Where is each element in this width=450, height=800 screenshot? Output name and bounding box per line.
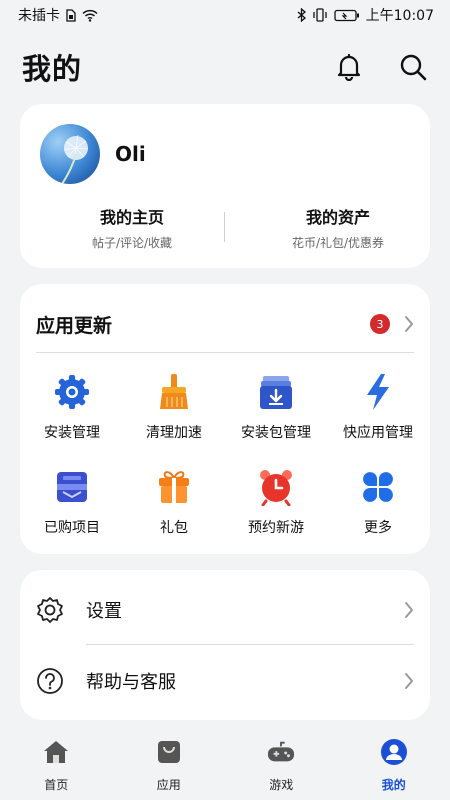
purchased-items-item[interactable]: 已购项目 bbox=[22, 467, 122, 537]
package-management-item[interactable]: 安装包管理 bbox=[226, 372, 326, 442]
chevron-right-icon bbox=[405, 673, 413, 689]
purchased-items-label: 已购项目 bbox=[44, 520, 100, 536]
settings-label: 设置 bbox=[86, 601, 122, 622]
username[interactable]: Oli bbox=[115, 142, 146, 166]
app-updates-title: 应用更新 bbox=[36, 314, 113, 337]
nav-home[interactable]: 首页 bbox=[0, 730, 113, 800]
nav-profile[interactable]: 我的 bbox=[338, 730, 450, 800]
my-homepage-subtitle: 帖子/评论/收藏 bbox=[91, 236, 173, 250]
my-assets-title: 我的资产 bbox=[305, 208, 370, 227]
page-title: 我的 bbox=[22, 52, 83, 86]
clean-speedup-item[interactable]: 清理加速 bbox=[124, 372, 224, 442]
package-management-label: 安装包管理 bbox=[241, 425, 311, 441]
help-icon bbox=[37, 668, 63, 694]
profile-card: Oli 我的主页 帖子/评论/收藏 我的资产 花币/礼包/优惠券 bbox=[20, 104, 430, 268]
vibrate-icon bbox=[312, 8, 327, 22]
status-bar: 未插卡 上午10:07 bbox=[0, 0, 450, 30]
alarm-clock-icon bbox=[260, 470, 292, 506]
gift-pack-item[interactable]: 礼包 bbox=[124, 467, 224, 537]
home-icon bbox=[44, 741, 69, 763]
notification-button[interactable] bbox=[334, 52, 364, 82]
column-divider bbox=[224, 212, 225, 242]
battery-icon bbox=[333, 9, 359, 21]
install-management-label: 安装管理 bbox=[44, 425, 100, 441]
nav-apps-label: 应用 bbox=[156, 778, 181, 792]
chevron-right-icon bbox=[405, 316, 413, 332]
my-homepage-title: 我的主页 bbox=[99, 208, 164, 227]
app-bag-icon bbox=[157, 741, 180, 763]
update-count-badge: 3 bbox=[370, 314, 390, 334]
gear-icon bbox=[55, 375, 89, 409]
more-label: 更多 bbox=[364, 520, 392, 536]
nav-games[interactable]: 游戏 bbox=[225, 730, 338, 800]
settings-gear-icon bbox=[37, 597, 63, 623]
gift-pack-label: 礼包 bbox=[160, 520, 188, 536]
bottom-nav: 首页 应用 游戏 我的 bbox=[0, 730, 450, 800]
nav-profile-label: 我的 bbox=[381, 778, 406, 792]
settings-row[interactable]: 设置 bbox=[20, 574, 430, 646]
clock-text: 上午10:07 bbox=[365, 8, 434, 24]
search-icon bbox=[400, 54, 427, 81]
app-tools-card: 应用更新 3 安装管理 清理加速 安装包管理 快应用管理 已购项目 礼包 预约新… bbox=[20, 284, 430, 554]
settings-card: 设置 帮助与客服 bbox=[20, 570, 430, 720]
more-grid-icon bbox=[363, 472, 393, 502]
dandelion-avatar-icon bbox=[40, 124, 100, 184]
my-assets-subtitle: 花币/礼包/优惠券 bbox=[291, 236, 385, 250]
avatar[interactable] bbox=[40, 124, 100, 184]
lightning-icon bbox=[367, 374, 389, 410]
broom-icon bbox=[160, 374, 188, 409]
sim-icon bbox=[66, 8, 76, 22]
header-actions bbox=[334, 52, 428, 82]
help-support-row[interactable]: 帮助与客服 bbox=[20, 645, 430, 717]
wifi-icon bbox=[82, 9, 98, 22]
quick-app-management-item[interactable]: 快应用管理 bbox=[328, 372, 428, 442]
bell-icon bbox=[337, 53, 361, 81]
divider bbox=[36, 352, 414, 353]
nav-home-label: 首页 bbox=[44, 778, 69, 792]
status-right: 上午10:07 bbox=[297, 5, 434, 25]
clean-speedup-label: 清理加速 bbox=[146, 425, 202, 441]
status-left: 未插卡 bbox=[18, 5, 98, 25]
package-icon bbox=[260, 376, 292, 409]
reserve-new-games-item[interactable]: 预约新游 bbox=[226, 467, 326, 537]
search-button[interactable] bbox=[398, 52, 428, 82]
install-management-item[interactable]: 安装管理 bbox=[22, 372, 122, 442]
gamepad-icon bbox=[268, 741, 295, 762]
more-item[interactable]: 更多 bbox=[328, 467, 428, 537]
purchased-icon bbox=[57, 472, 87, 502]
gift-icon bbox=[159, 471, 189, 503]
carrier-text: 未插卡 bbox=[18, 8, 60, 24]
help-support-label: 帮助与客服 bbox=[86, 672, 176, 693]
nav-apps[interactable]: 应用 bbox=[113, 730, 226, 800]
app-updates-right: 3 bbox=[370, 314, 414, 334]
nav-games-label: 游戏 bbox=[269, 778, 294, 792]
profile-icon bbox=[380, 739, 407, 765]
my-homepage-link[interactable]: 我的主页 帖子/评论/收藏 bbox=[52, 204, 212, 251]
reserve-new-games-label: 预约新游 bbox=[248, 520, 304, 536]
chevron-right-icon bbox=[405, 602, 413, 618]
my-assets-link[interactable]: 我的资产 花币/礼包/优惠券 bbox=[258, 204, 418, 251]
header: 我的 bbox=[0, 40, 450, 94]
app-updates-row[interactable]: 应用更新 3 bbox=[36, 306, 414, 342]
quick-app-management-label: 快应用管理 bbox=[343, 425, 413, 441]
bluetooth-icon bbox=[297, 8, 306, 22]
